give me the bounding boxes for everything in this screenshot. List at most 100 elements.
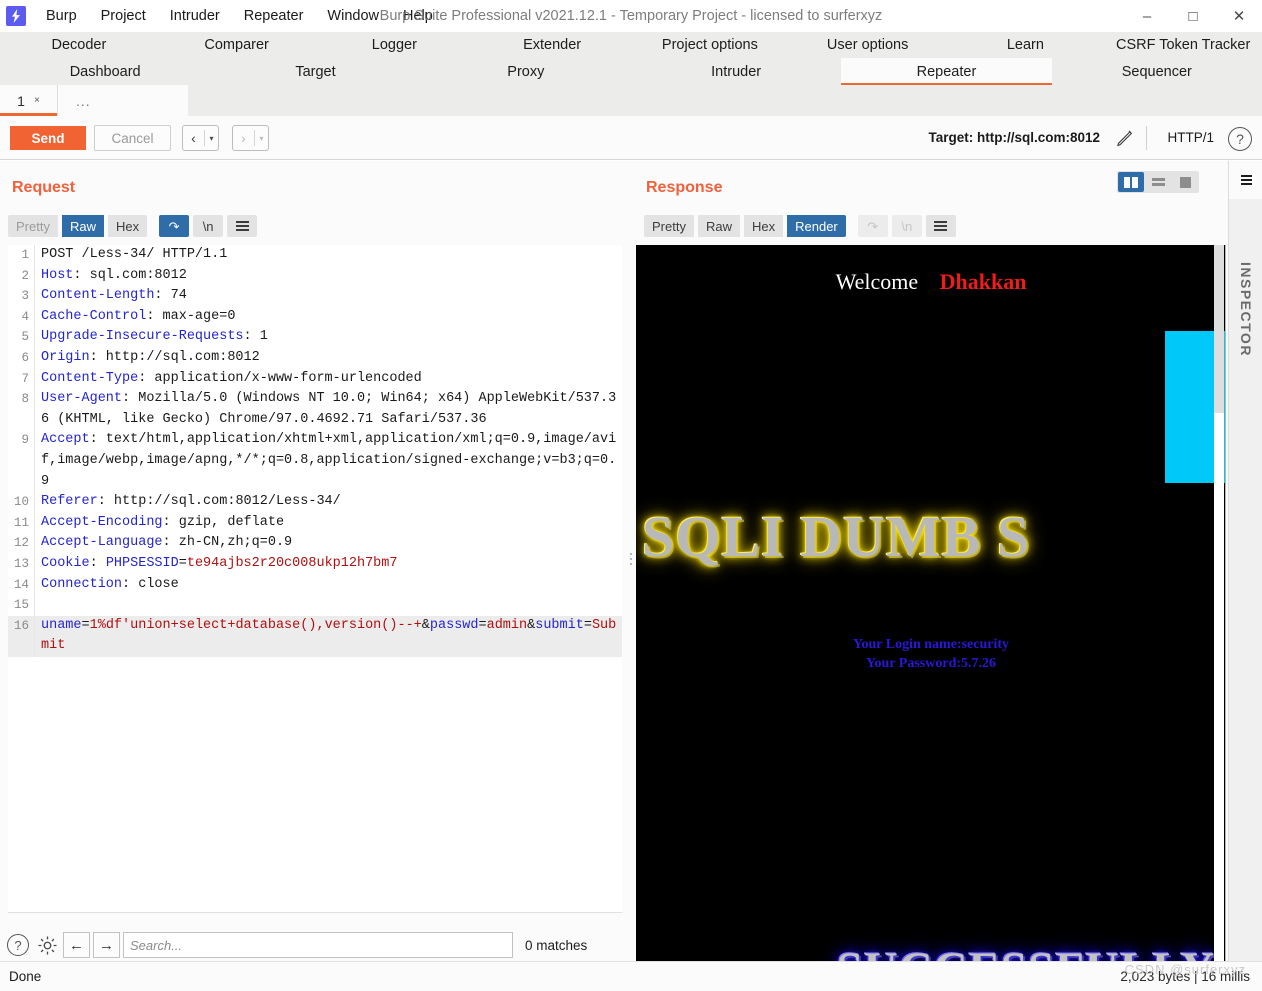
panel-splitter[interactable] — [626, 161, 636, 961]
menu-project[interactable]: Project — [89, 5, 158, 27]
search-input[interactable] — [123, 932, 513, 958]
request-tab-pretty[interactable]: Pretty — [8, 215, 58, 237]
layout-button-group — [1117, 171, 1199, 193]
response-tab-render[interactable]: Render — [787, 215, 846, 237]
menu-burp[interactable]: Burp — [34, 5, 89, 27]
response-tab-raw[interactable]: Raw — [697, 215, 740, 237]
tab-proxy[interactable]: Proxy — [421, 58, 631, 85]
request-line: 2 Host: sql.com:8012 — [8, 265, 622, 287]
tab-project-options[interactable]: Project options — [631, 32, 789, 58]
menu-bar: Burp Project Intruder Repeater Window He… — [34, 5, 445, 27]
tab-repeater[interactable]: Repeater — [841, 58, 1052, 85]
sqli-dumb-banner: SQLI DUMB S — [642, 504, 1031, 569]
request-view-controls: Pretty Raw Hex ↷ \n — [8, 215, 258, 237]
close-icon[interactable]: × — [34, 95, 40, 106]
menu-intruder[interactable]: Intruder — [158, 5, 232, 27]
tab-extender[interactable]: Extender — [473, 32, 631, 58]
line-number: 13 — [13, 556, 29, 571]
line-content: Accept-Language: zh-CN,zh;q=0.9 — [34, 533, 622, 554]
inspector-sidebar[interactable]: INSPECTOR — [1228, 161, 1262, 961]
back-button-group[interactable]: ‹ ▾ — [182, 125, 219, 151]
split-view-icon[interactable] — [1118, 172, 1144, 192]
login-info: Your Login name:security Your Password:5… — [636, 635, 1226, 673]
close-button[interactable]: ✕ — [1216, 0, 1262, 32]
http-version-selector[interactable]: HTTP/1 — [1167, 130, 1214, 145]
tab-comparer[interactable]: Comparer — [158, 32, 316, 58]
response-tab-pretty[interactable]: Pretty — [644, 215, 694, 237]
title-bar: Burp Project Intruder Repeater Window He… — [0, 0, 1262, 32]
request-line: 12 Accept-Language: zh-CN,zh;q=0.9 — [8, 533, 622, 554]
tab-sequencer[interactable]: Sequencer — [1052, 58, 1262, 85]
line-content: uname=1%df'union+select+database(),versi… — [34, 615, 622, 657]
minimize-button[interactable]: – — [1124, 0, 1170, 32]
help-icon[interactable]: ? — [5, 932, 31, 958]
request-line: 11 Accept-Encoding: gzip, deflate — [8, 512, 622, 534]
forward-button-group[interactable]: › ▾ — [232, 125, 269, 151]
hamburger-icon[interactable] — [227, 215, 258, 237]
response-tab-hex[interactable]: Hex — [743, 215, 784, 237]
line-number: 10 — [13, 495, 29, 510]
line-number: 9 — [21, 433, 29, 448]
tab-dashboard[interactable]: Dashboard — [0, 58, 210, 85]
status-bar: Done 2,023 bytes | 16 millis — [0, 961, 1262, 991]
response-stats: 2,023 bytes | 16 millis — [1120, 969, 1250, 984]
tab-intruder[interactable]: Intruder — [631, 58, 841, 85]
single-view-icon[interactable] — [1172, 172, 1198, 192]
find-previous-button[interactable]: ← — [63, 932, 90, 958]
pencil-icon[interactable] — [1114, 127, 1136, 149]
rendered-page: Welcome Dhakkan SQLI DUMB S Your Login n… — [636, 245, 1226, 991]
tab-learn[interactable]: Learn — [947, 32, 1105, 58]
response-view-controls: Pretty Raw Hex Render ↷ \n — [644, 215, 956, 237]
main-tab-row-2: Dashboard Target Proxy Intruder Repeater… — [0, 58, 1262, 85]
request-line: 6 Origin: http://sql.com:8012 — [8, 347, 622, 369]
splitter-handle-icon — [630, 553, 632, 565]
burp-suite-window: Burp Project Intruder Repeater Window He… — [0, 0, 1262, 991]
line-content: Accept-Encoding: gzip, deflate — [34, 512, 622, 534]
find-next-button[interactable]: → — [93, 932, 120, 958]
request-editor[interactable]: 1 POST /Less-34/ HTTP/1.1 2 Host: sql.com:8… — [8, 245, 622, 913]
request-find-bar: ? ← → 0 matches — [0, 928, 626, 962]
hamburger-icon[interactable] — [925, 215, 956, 237]
line-content: Host: sql.com:8012 — [34, 265, 622, 287]
line-content: Content-Type: application/x-www-form-url… — [34, 368, 622, 390]
request-line: 15 — [8, 595, 622, 616]
request-line: 3 Content-Length: 74 — [8, 286, 622, 307]
menu-repeater[interactable]: Repeater — [232, 5, 316, 27]
show-newlines-icon[interactable]: \n — [193, 215, 224, 237]
main-tab-bar: Decoder Comparer Logger Extender Project… — [0, 32, 1262, 85]
tab-logger[interactable]: Logger — [316, 32, 474, 58]
request-line: 1 POST /Less-34/ HTTP/1.1 — [8, 245, 622, 266]
maximize-button[interactable]: □ — [1170, 0, 1216, 32]
chevron-down-icon[interactable]: ▾ — [255, 126, 268, 150]
response-scrollbar-thumb[interactable] — [1214, 245, 1224, 413]
request-tab-raw[interactable]: Raw — [61, 215, 104, 237]
stacked-view-icon[interactable] — [1145, 172, 1171, 192]
repeater-tab-1[interactable]: 1 × — [0, 85, 58, 116]
word-wrap-icon[interactable]: ↷ — [159, 215, 190, 237]
tab-user-options[interactable]: User options — [789, 32, 947, 58]
help-icon[interactable]: ? — [1228, 127, 1252, 151]
repeater-tab-filler — [188, 85, 1262, 116]
cancel-button[interactable]: Cancel — [94, 125, 171, 151]
line-number: 8 — [21, 392, 29, 407]
tab-decoder[interactable]: Decoder — [0, 32, 158, 58]
welcome-text: Welcome — [835, 269, 919, 294]
main-tab-row-1: Decoder Comparer Logger Extender Project… — [0, 32, 1262, 58]
request-line: 10 Referer: http://sql.com:8012/Less-34/ — [8, 492, 622, 513]
line-content: Origin: http://sql.com:8012 — [34, 347, 622, 369]
line-number: 15 — [13, 598, 29, 613]
gear-icon[interactable] — [34, 932, 60, 958]
welcome-heading: Welcome Dhakkan — [636, 269, 1226, 295]
inspector-toggle-icon[interactable] — [1229, 161, 1262, 199]
chevron-down-icon[interactable]: ▾ — [205, 126, 218, 150]
word-wrap-icon: ↷ — [857, 215, 888, 237]
line-content: POST /Less-34/ HTTP/1.1 — [34, 245, 622, 266]
tab-target[interactable]: Target — [210, 58, 420, 85]
send-button[interactable]: Send — [10, 126, 86, 150]
request-tab-hex[interactable]: Hex — [107, 215, 148, 237]
menu-window[interactable]: Window — [315, 5, 391, 27]
tab-csrf-token-tracker[interactable]: CSRF Token Tracker — [1104, 32, 1262, 58]
line-number: 12 — [13, 536, 29, 551]
menu-help[interactable]: Help — [391, 5, 445, 27]
new-repeater-tab-button[interactable]: ... — [58, 85, 188, 116]
